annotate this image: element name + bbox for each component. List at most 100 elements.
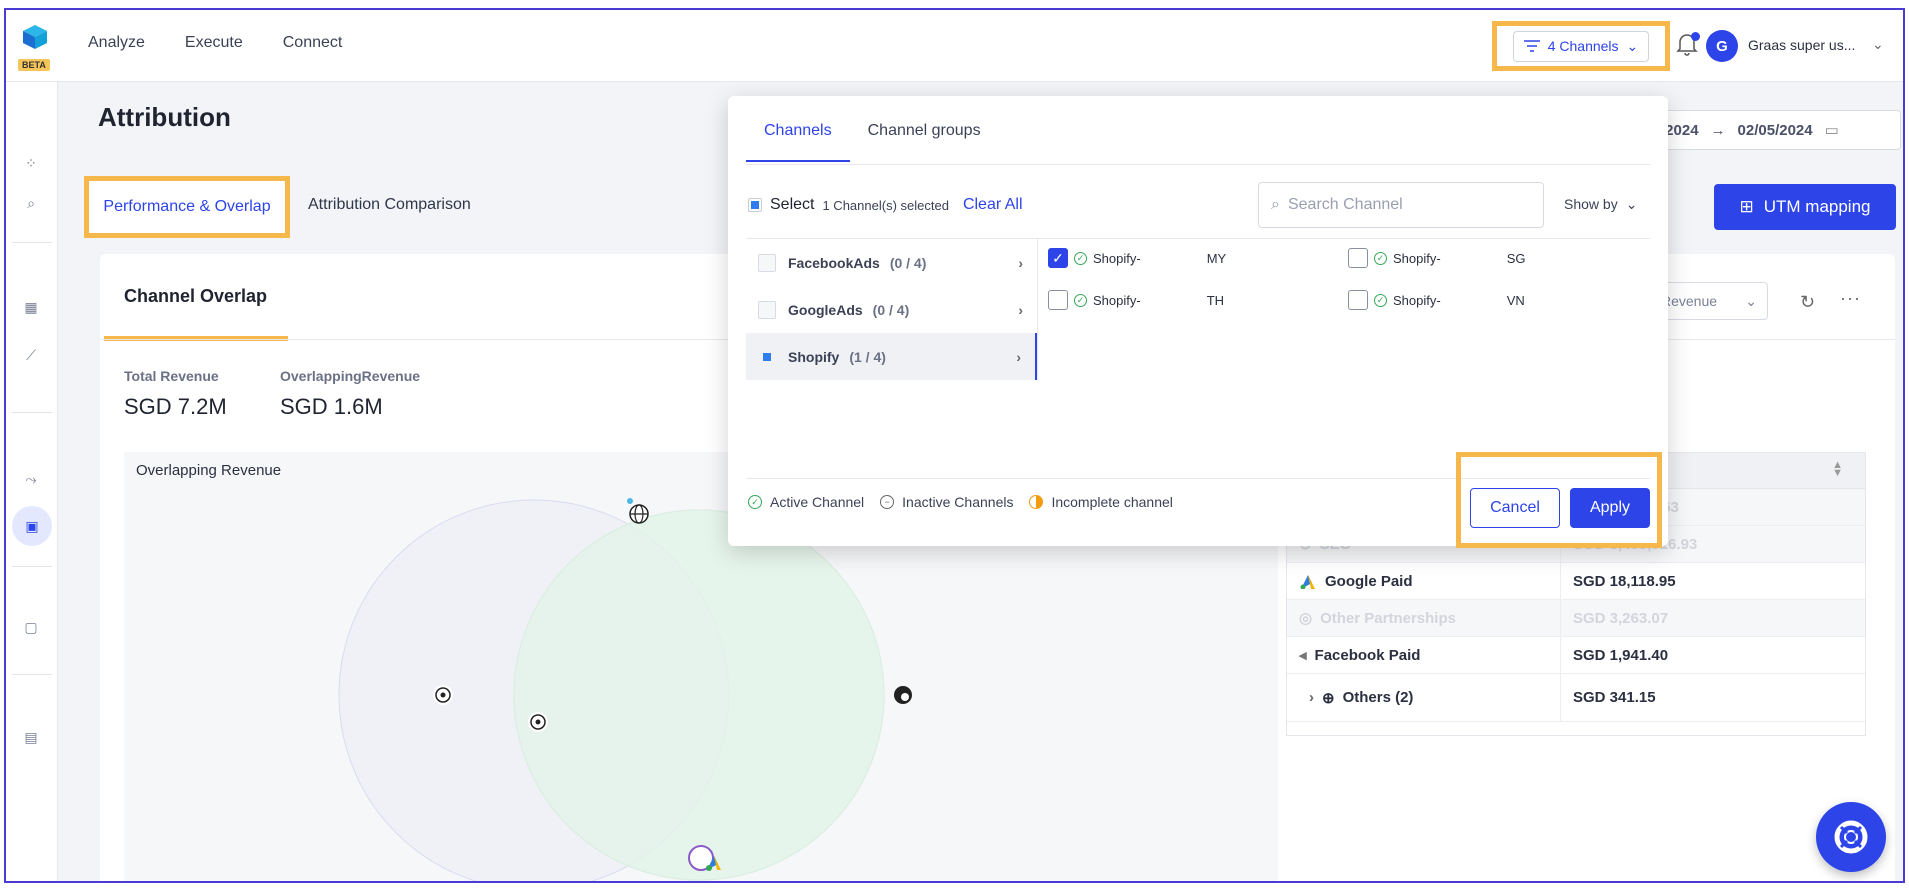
sort-icon[interactable]: ▲ ▼ xyxy=(1832,460,1843,479)
chevron-right-icon: › xyxy=(1018,254,1023,271)
venn-circle-right xyxy=(513,509,885,881)
clear-all-link[interactable]: Clear All xyxy=(963,196,1023,214)
beta-badge: BETA xyxy=(18,59,50,71)
metric-total-revenue-label: Total Revenue xyxy=(124,368,219,384)
tab-channel-groups[interactable]: Channel groups xyxy=(850,122,999,162)
card-title[interactable]: Channel Overlap xyxy=(124,286,267,307)
user-menu-chevron-icon[interactable]: ⌄ xyxy=(1872,36,1884,53)
legend-incomplete: Incomplete channel xyxy=(1051,494,1173,510)
channel-checkbox[interactable] xyxy=(1048,290,1068,310)
refresh-icon[interactable]: ↻ xyxy=(1800,292,1815,313)
report-icon[interactable]: ▤ xyxy=(20,726,42,748)
channel-checkbox[interactable] xyxy=(1348,248,1368,268)
select-all-checkbox[interactable] xyxy=(748,198,762,212)
channel-option[interactable]: ✓ Shopify- SG xyxy=(1348,248,1526,268)
group-item-shopify[interactable]: Shopify (1 / 4) › xyxy=(746,333,1037,380)
show-by-select[interactable]: Show by ⌄ xyxy=(1564,196,1637,213)
channels-filter-button[interactable]: 4 Channels ⌄ xyxy=(1512,30,1650,62)
app-frame: BETA Analyze Execute Connect 4 Channels … xyxy=(4,8,1905,883)
table-row[interactable]: Google Paid SGD 18,118.95 xyxy=(1287,563,1865,600)
nav-execute[interactable]: Execute xyxy=(185,34,243,52)
channel-name: Shopify- xyxy=(1093,292,1141,308)
tab-performance-overlap[interactable]: Performance & Overlap xyxy=(84,176,290,238)
channel-option[interactable]: ✓ Shopify- VN xyxy=(1348,290,1525,310)
avatar[interactable]: G xyxy=(1706,30,1738,62)
search-icon: ⌕ xyxy=(1271,196,1280,213)
filter-icon xyxy=(1523,40,1540,52)
group-item-facebookads[interactable]: FacebookAds (0 / 4) › xyxy=(746,239,1037,286)
main-nav: Analyze Execute Connect xyxy=(88,34,342,52)
search-input[interactable] xyxy=(1287,196,1518,214)
group-checkbox-partial[interactable] xyxy=(758,348,776,366)
help-fab-button[interactable] xyxy=(1816,802,1886,872)
channel-name: Others (2) xyxy=(1342,689,1414,706)
nav-analyze[interactable]: Analyze xyxy=(88,34,145,52)
channel-name: Shopify- xyxy=(1093,250,1141,266)
attribution-icon[interactable]: ▣ xyxy=(12,506,52,546)
logo-cube-icon xyxy=(23,25,47,49)
utm-mapping-button[interactable]: ⊞ UTM mapping xyxy=(1714,184,1896,230)
channel-region: MY xyxy=(1206,250,1227,266)
line-chart-icon[interactable]: ⤳ xyxy=(20,468,42,490)
lifebuoy-icon xyxy=(1834,820,1868,854)
more-options-icon[interactable]: ··· xyxy=(1840,288,1861,309)
app-logo[interactable]: BETA xyxy=(18,24,52,71)
cancel-button[interactable]: Cancel xyxy=(1470,488,1560,528)
channel-checkbox[interactable]: ✓ xyxy=(1048,248,1068,268)
metric-overlapping-revenue-value: SGD 1.6M xyxy=(280,394,383,419)
hierarchy-icon: ⊞ xyxy=(1739,197,1754,216)
legend-inactive: Inactive Channels xyxy=(902,494,1014,510)
megaphone-icon: ◂ xyxy=(1299,647,1307,664)
group-checkbox[interactable] xyxy=(758,300,776,319)
table-row[interactable]: ◂ Facebook Paid SGD 1,941.40 xyxy=(1287,637,1865,674)
target-icon xyxy=(528,712,548,732)
search-analytics-icon[interactable]: ⌕ xyxy=(20,192,42,214)
active-status-icon: ✓ xyxy=(1074,251,1087,265)
sidebar-divider xyxy=(12,412,52,413)
expand-chevron-icon[interactable]: › xyxy=(1309,689,1314,706)
active-status-icon: ✓ xyxy=(1374,293,1387,307)
table-row[interactable]: › ⊕ Others (2) SGD 341.15 xyxy=(1287,674,1865,722)
channel-checkbox[interactable] xyxy=(1348,290,1368,310)
channel-revenue: SGD 18,118.95 xyxy=(1573,572,1676,590)
target-icon: ◎ xyxy=(1299,610,1313,627)
channels-filter-label: 4 Channels xyxy=(1547,38,1619,54)
nodes-icon[interactable]: ⁘ xyxy=(20,152,42,174)
group-item-googleads[interactable]: GoogleAds (0 / 4) › xyxy=(746,286,1037,333)
table-row[interactable]: ◎ Other Partnerships SGD 3,263.07 xyxy=(1287,600,1865,637)
chevron-right-icon: › xyxy=(1018,301,1023,318)
channel-option[interactable]: ✓ ✓ Shopify- MY xyxy=(1048,248,1226,268)
group-name: FacebookAds xyxy=(788,254,880,271)
search-channel-box: ⌕ xyxy=(1258,182,1544,228)
date-end: 02/05/2024 xyxy=(1737,121,1813,139)
nav-connect[interactable]: Connect xyxy=(283,34,343,52)
channel-option[interactable]: ✓ Shopify- TH xyxy=(1048,290,1224,310)
group-checkbox[interactable] xyxy=(758,253,776,272)
show-by-label: Show by xyxy=(1564,196,1618,212)
channel-revenue: SGD 341.15 xyxy=(1573,689,1656,706)
notifications-bell[interactable] xyxy=(1676,32,1700,58)
group-count: (0 / 4) xyxy=(889,254,927,271)
chevron-down-icon: ⌄ xyxy=(1625,196,1638,212)
active-status-icon: ✓ xyxy=(1074,293,1087,307)
document-icon[interactable]: ▢ xyxy=(20,616,42,638)
channel-name: Shopify- xyxy=(1393,250,1441,266)
apply-button[interactable]: Apply xyxy=(1570,488,1650,528)
building-icon[interactable]: ▦ xyxy=(20,296,42,318)
megaphone-icon xyxy=(628,882,636,883)
tab-attribution-comparison[interactable]: Attribution Comparison xyxy=(308,196,471,214)
globe-icon xyxy=(629,504,649,524)
channel-group-list: FacebookAds (0 / 4) › GoogleAds (0 / 4) … xyxy=(746,239,1038,381)
group-name: GoogleAds xyxy=(788,301,863,318)
channel-region: TH xyxy=(1206,292,1225,308)
selected-count: 1 Channel(s) selected xyxy=(822,197,949,213)
seo-search-icon xyxy=(894,686,912,704)
date-range-picker[interactable]: /2024 → 02/05/2024 ▭ xyxy=(1646,110,1901,150)
sidebar-divider xyxy=(12,674,52,675)
active-channel-icon: ✓ xyxy=(748,495,762,509)
tab-channels[interactable]: Channels xyxy=(746,122,850,162)
user-name[interactable]: Graas super us... xyxy=(1748,37,1855,53)
trend-search-icon[interactable]: ⟋ xyxy=(20,344,42,366)
channel-revenue: SGD 3,263.07 xyxy=(1573,609,1669,627)
group-name: Shopify xyxy=(788,348,840,365)
